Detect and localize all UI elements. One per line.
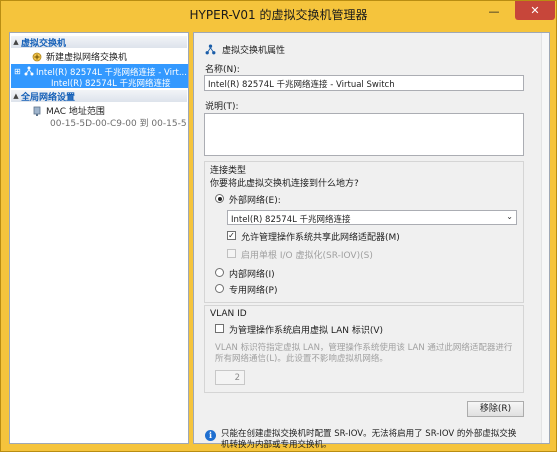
new-switch-icon [32, 52, 42, 61]
section-virtual-switches-label: 虚拟交换机 [21, 38, 67, 49]
properties-header: 虚拟交换机属性 [205, 43, 285, 56]
tree-item-new-switch[interactable]: 新建虚拟网络交换机 [32, 50, 208, 63]
switch-manager-window: HYPER-V01 的虚拟交换机管理器 — ✕ ▲ 虚拟交换机 新建虚拟网络交换… [0, 0, 557, 452]
external-network-label: 外部网络(E): [229, 196, 281, 206]
section-global-settings[interactable]: ▲ 全局网络设置 [11, 90, 187, 103]
network-card-icon [33, 106, 41, 116]
section-virtual-switches[interactable]: ▲ 虚拟交换机 [11, 36, 187, 49]
title-bar[interactable]: HYPER-V01 的虚拟交换机管理器 — ✕ [1, 1, 556, 27]
internal-network-label: 内部网络(I) [229, 270, 275, 280]
external-network-radio[interactable] [215, 194, 224, 203]
connection-type-label: 连接类型 [210, 166, 247, 176]
network-switch-icon [24, 66, 34, 76]
vlan-check-label: 为管理操作系统启用虚拟 LAN 标识(V) [229, 326, 384, 336]
window-title: HYPER-V01 的虚拟交换机管理器 [189, 8, 368, 22]
external-adapter-select[interactable]: Intel(R) 82574L 千兆网络连接 ⌄ [227, 210, 517, 225]
name-field[interactable]: Intel(R) 82574L 千兆网络连接 - Virtual Switch [204, 75, 524, 91]
external-adapter-value: Intel(R) 82574L 千兆网络连接 [231, 215, 351, 225]
vlan-id-input: 2 [215, 370, 245, 385]
switch-adapter-label: Intel(R) 82574L 千兆网络连接 [51, 79, 171, 89]
tree-item-selected-switch[interactable]: ⊞ Intel(R) 82574L 千兆网络连接 - Virt... Intel… [11, 64, 188, 89]
expand-icon[interactable]: ⊞ [14, 67, 21, 76]
notes-field[interactable] [204, 113, 524, 156]
vlan-label: VLAN ID [210, 309, 247, 319]
sriov-info-text: 只能在创建虚拟交换机时配置 SR-IOV。无法将启用了 SR-IOV 的外部虚拟… [221, 429, 517, 450]
allow-management-checkbox[interactable]: ✓ [227, 231, 236, 240]
navigation-tree: ▲ 虚拟交换机 新建虚拟网络交换机 ⊞ Intel(R) 82574L 千兆网络… [9, 32, 189, 444]
remove-button[interactable]: 移除(R) [467, 401, 524, 417]
name-label: 名称(N): [205, 65, 240, 75]
notes-label: 说明(T): [205, 102, 239, 112]
network-switch-icon [205, 44, 216, 55]
info-icon: i [205, 430, 216, 441]
sriov-label: 启用单根 I/O 虚拟化(SR-IOV)(S) [241, 251, 373, 261]
minimize-button[interactable]: — [481, 1, 507, 21]
new-switch-label: 新建虚拟网络交换机 [46, 53, 128, 63]
vlan-checkbox[interactable] [215, 324, 224, 333]
sriov-checkbox [227, 249, 236, 258]
collapse-icon[interactable]: ▲ [11, 92, 21, 100]
private-network-radio[interactable] [215, 284, 224, 293]
private-network-label: 专用网络(P) [229, 286, 278, 296]
vertical-scrollbar[interactable] [541, 33, 549, 443]
chevron-down-icon[interactable]: ⌄ [506, 212, 513, 221]
vlan-description: VLAN 标识符指定虚拟 LAN，管理操作系统使用该 LAN 通过此网络适配器进… [215, 343, 513, 364]
allow-management-label: 允许管理操作系统共享此网络适配器(M) [241, 233, 400, 243]
mac-range-value: 00-15-5D-00-C9-00 到 00-15-5D-0... [50, 119, 186, 129]
collapse-icon[interactable]: ▲ [11, 38, 21, 46]
internal-network-radio[interactable] [215, 268, 224, 277]
properties-title: 虚拟交换机属性 [222, 46, 286, 56]
connection-question: 你要将此虚拟交换机连接到什么地方? [210, 179, 359, 189]
close-button[interactable]: ✕ [515, 1, 555, 20]
section-global-settings-label: 全局网络设置 [21, 92, 76, 103]
switch-properties-pane: 虚拟交换机属性 名称(N): Intel(R) 82574L 千兆网络连接 - … [193, 32, 550, 450]
